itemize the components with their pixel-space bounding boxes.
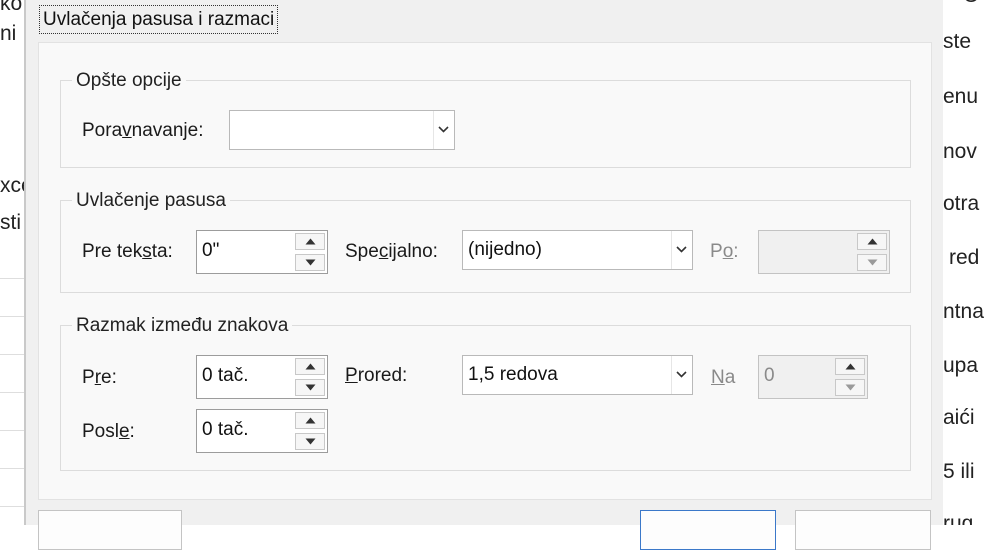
by-spinner[interactable] bbox=[758, 230, 890, 274]
before-text-spinner[interactable]: 0" bbox=[196, 230, 328, 274]
decrement-button[interactable] bbox=[835, 379, 865, 396]
increment-button[interactable] bbox=[295, 358, 325, 375]
table-divider bbox=[0, 430, 26, 431]
doc-fragment: red bbox=[949, 246, 980, 269]
table-divider bbox=[0, 278, 26, 279]
decrement-button[interactable] bbox=[295, 433, 325, 450]
doc-fragment: ntna bbox=[943, 300, 984, 323]
decrement-button[interactable] bbox=[295, 379, 325, 396]
table-divider bbox=[0, 354, 26, 355]
doc-fragment: enu bbox=[943, 85, 979, 108]
spacing-legend: Razmak između znakova bbox=[72, 315, 293, 337]
increment-button[interactable] bbox=[857, 233, 887, 250]
caret-down-icon bbox=[845, 384, 856, 391]
cancel-button[interactable] bbox=[795, 510, 931, 550]
spacing-before-spinner[interactable]: 0 tač. bbox=[196, 355, 328, 399]
doc-fragment: ko bbox=[0, 0, 23, 15]
by-label: Po: bbox=[710, 241, 739, 262]
chevron-down-icon bbox=[433, 111, 454, 149]
table-divider bbox=[0, 392, 26, 393]
caret-up-icon bbox=[305, 417, 316, 424]
table-divider bbox=[0, 506, 26, 507]
doc-fragment: ste bbox=[943, 30, 972, 53]
doc-fragment: rug bbox=[943, 512, 974, 525]
chevron-down-icon bbox=[671, 356, 692, 394]
chevron-down-icon bbox=[671, 231, 692, 269]
before-label: Pre: bbox=[82, 367, 117, 388]
caret-down-icon bbox=[305, 384, 316, 391]
indentation-legend: Uvlačenje pasusa bbox=[72, 190, 230, 212]
increment-button[interactable] bbox=[295, 412, 325, 429]
table-divider bbox=[0, 316, 26, 317]
tabs-button[interactable] bbox=[38, 510, 182, 550]
general-options-legend: Opšte opcije bbox=[72, 70, 186, 92]
caret-up-icon bbox=[305, 363, 316, 370]
alignment-dropdown[interactable] bbox=[229, 110, 455, 150]
caret-down-icon bbox=[867, 259, 878, 266]
caret-up-icon bbox=[845, 363, 856, 370]
doc-fragment: sti bbox=[0, 211, 21, 234]
line-spacing-dropdown[interactable]: 1,5 redova bbox=[462, 355, 693, 395]
decrement-button[interactable] bbox=[295, 254, 325, 271]
caret-down-icon bbox=[305, 259, 316, 266]
alignment-label: Poravnavanje: bbox=[82, 120, 204, 141]
increment-button[interactable] bbox=[835, 358, 865, 375]
ok-button[interactable] bbox=[640, 510, 776, 550]
doc-fragment: xce bbox=[0, 174, 26, 197]
line-spacing-label: Prored: bbox=[345, 365, 408, 386]
tab-panel: Opšte opcije Poravnavanje: Uvlačenje pas… bbox=[38, 42, 932, 500]
doc-fragment: nov bbox=[943, 140, 977, 163]
table-divider bbox=[0, 468, 26, 469]
special-dropdown[interactable]: (nijedno) bbox=[462, 230, 693, 270]
doc-fragment: aići bbox=[943, 406, 975, 429]
spacing-after-spinner[interactable]: 0 tač. bbox=[196, 409, 328, 453]
decrement-button[interactable] bbox=[857, 254, 887, 271]
tab-label: Uvlačenja pasusa i razmaci bbox=[43, 9, 275, 30]
doc-fragment: upa bbox=[943, 354, 979, 377]
before-text-label: Pre teksta: bbox=[82, 241, 173, 262]
caret-up-icon bbox=[867, 238, 878, 245]
doc-fragment: otra bbox=[943, 192, 980, 215]
background-document-right: O ste enu nov otra red ntna upa aići 5 i… bbox=[943, 0, 984, 525]
caret-up-icon bbox=[305, 238, 316, 245]
doc-fragment: O bbox=[963, 0, 979, 8]
after-label: Posle: bbox=[82, 421, 135, 442]
doc-fragment: ni bbox=[0, 22, 17, 45]
tab-indents-and-spacing[interactable]: Uvlačenja pasusa i razmaci bbox=[39, 5, 279, 34]
background-document-left: ko ni xce sti bbox=[0, 0, 26, 525]
at-label: Na bbox=[711, 367, 736, 388]
doc-fragment: 5 ili bbox=[943, 460, 975, 483]
special-label: Specijalno: bbox=[345, 241, 438, 262]
caret-down-icon bbox=[305, 438, 316, 445]
increment-button[interactable] bbox=[295, 233, 325, 250]
at-spinner[interactable]: 0 bbox=[758, 355, 868, 399]
